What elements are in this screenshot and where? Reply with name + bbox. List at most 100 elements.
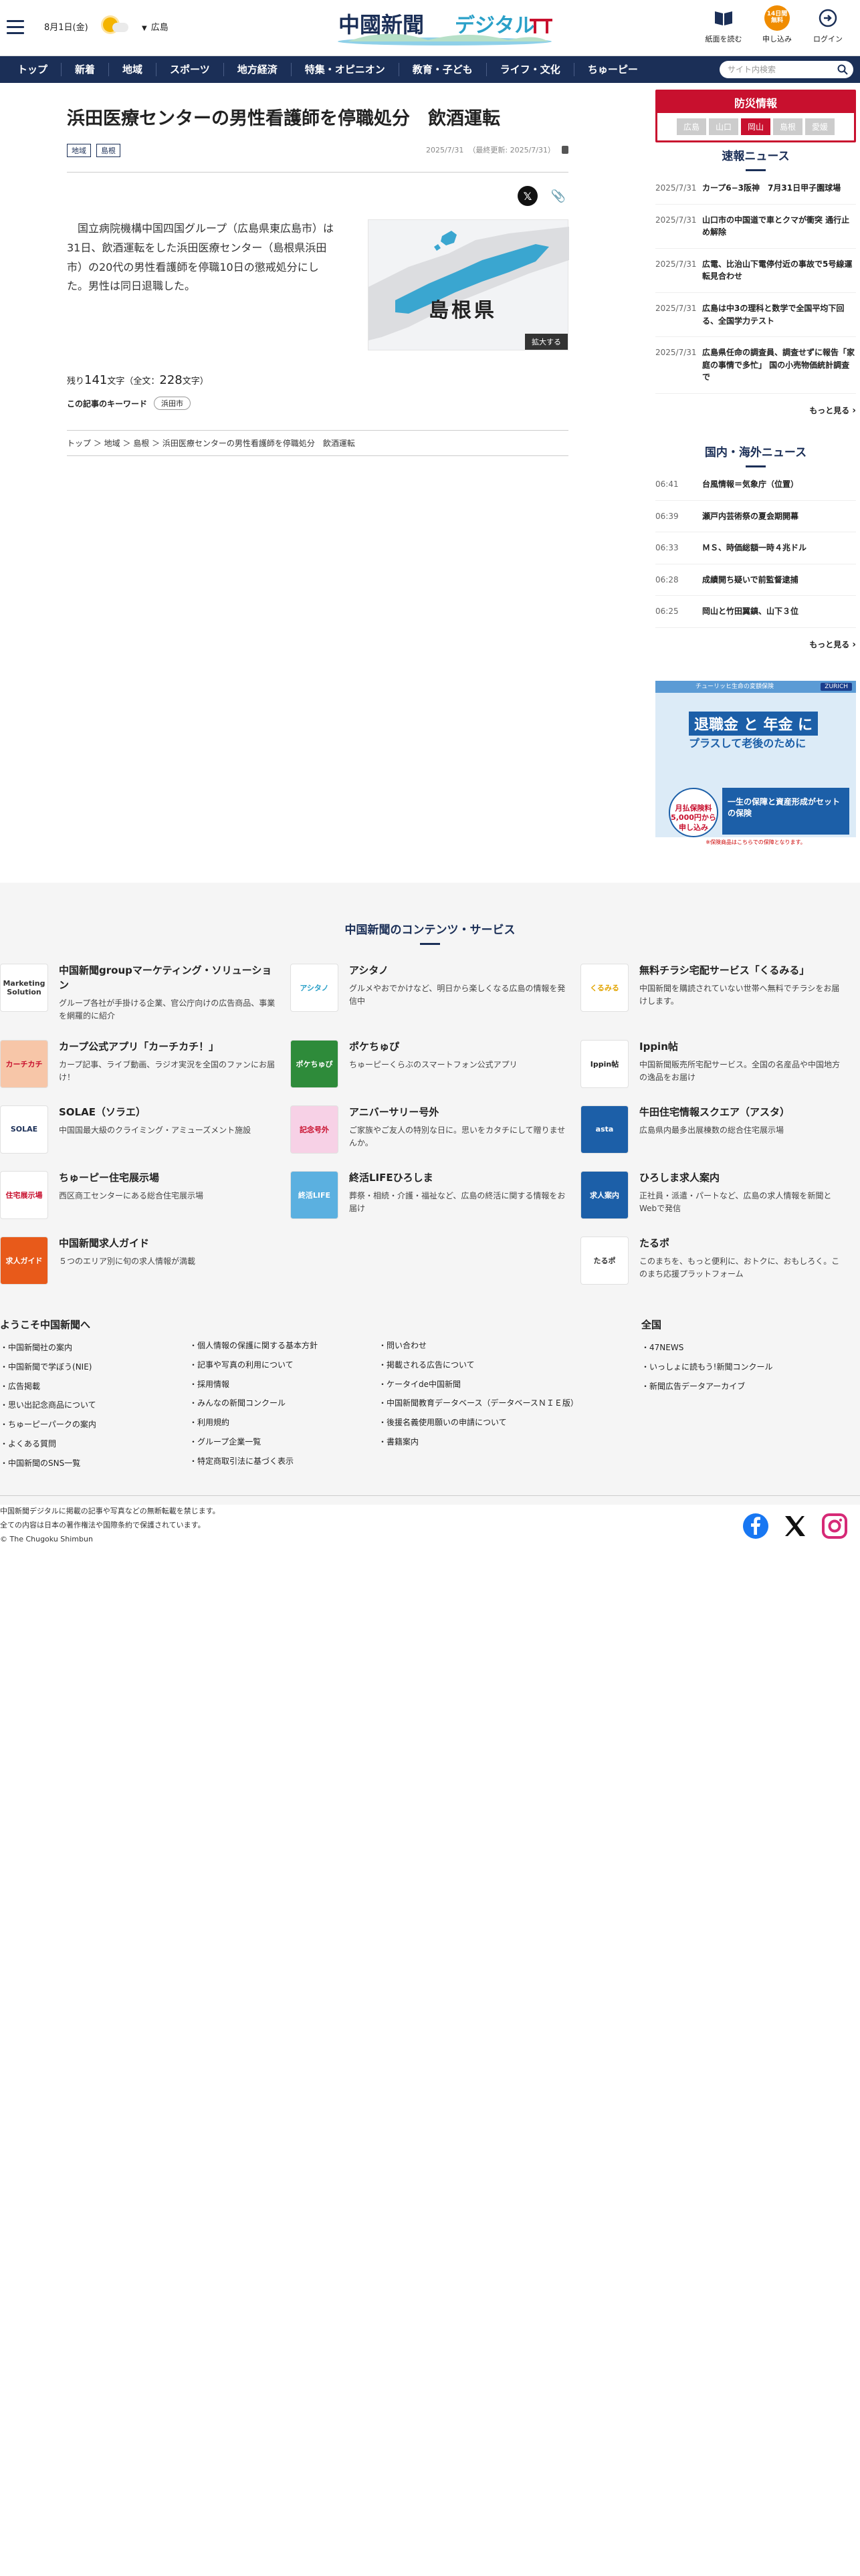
content-service-item[interactable]: asta 牛田住宅情報スクエア（アスタ） 広島県内最多出展棟数の総合住宅展示場: [580, 1105, 860, 1154]
breaking-news-title: 速報ニュース: [655, 146, 856, 173]
content-service-item[interactable]: 終活LIFE 終活LIFEひろしま 葬祭・相続・介護・福祉など、広島の終活に関する情…: [290, 1170, 580, 1219]
service-logo: 求人ガイド: [0, 1236, 48, 1285]
login-button[interactable]: ログイン: [804, 5, 852, 44]
content-service-item[interactable]: 住宅展示場 ちゅーピー住宅展示場 西区商工センターにある総合住宅展示場: [0, 1170, 290, 1219]
site-header: 8月1日(金) 広島 中國新聞 デジタル 紙面を読む 14日間無料 申し込み ロ…: [0, 0, 860, 56]
service-logo: asta: [580, 1105, 629, 1154]
tag-shimane[interactable]: 島根: [96, 144, 120, 158]
content-service-item[interactable]: 求人ガイド 中国新聞求人ガイド ５つのエリア別に旬の求人情報が満載: [0, 1236, 290, 1285]
footer-link[interactable]: 思い出記念商品について: [0, 1396, 189, 1415]
footer-link[interactable]: みんなの新聞コンクール: [189, 1394, 379, 1413]
contents-title: 中国新聞のコンテンツ・サービス: [0, 920, 860, 948]
list-item[interactable]: 06:41 台風情報＝気象庁（位置）: [655, 469, 856, 501]
footer-link[interactable]: 後援名義使用願いの申請について: [379, 1413, 641, 1432]
service-logo: Marketing Solution: [0, 964, 48, 1012]
read-paper-button[interactable]: 紙面を読む: [700, 5, 748, 44]
footer-link[interactable]: 新聞広告データアーカイブ: [641, 1377, 831, 1396]
footer-link[interactable]: 中国新聞で学ぼう(NIE): [0, 1358, 189, 1377]
footer-link[interactable]: ちゅーピーパークの案内: [0, 1415, 189, 1434]
list-item[interactable]: 06:33 ＭＳ、時価総額一時４兆ドル: [655, 532, 856, 564]
footer-link[interactable]: 採用情報: [189, 1375, 379, 1394]
content-service-item[interactable]: たるポ たるポ このまちを、もっと便利に、おトクに、おもしろく。このまち応援プラット…: [580, 1236, 860, 1285]
keyword-tag[interactable]: 浜田市: [154, 397, 191, 411]
nav-economy[interactable]: 地方経済: [224, 56, 291, 83]
footer-links: ようこそ中国新聞へ 中国新聞社の案内中国新聞で学ぼう(NIE)広告掲載思い出記念…: [0, 1317, 860, 1473]
zoom-button[interactable]: 拡大する: [525, 334, 568, 350]
footer-link[interactable]: 中国新聞社の案内: [0, 1338, 189, 1358]
list-item[interactable]: 2025/7/31 広島県任命の調査員、調査せずに報告「家庭の事情で多忙」 国の小…: [655, 337, 856, 394]
facebook-icon[interactable]: [742, 1513, 769, 1539]
footer-link[interactable]: よくある質問: [0, 1434, 189, 1454]
footer-link[interactable]: 問い合わせ: [379, 1336, 641, 1356]
nav-chupy[interactable]: ちゅーピー: [574, 56, 651, 83]
list-item[interactable]: 2025/7/31 広島は中3の理科と数学で全国平均下回る、全国学力テスト: [655, 293, 856, 338]
share-x-button[interactable]: 𝕏: [518, 186, 538, 207]
world-more-link[interactable]: もっと見る: [655, 639, 856, 650]
tag-region[interactable]: 地域: [67, 144, 91, 158]
service-logo: カーチカチ: [0, 1039, 48, 1088]
service-name: ちゅーピー住宅展示場: [59, 1171, 160, 1184]
ad-brand: ZURICH: [821, 682, 852, 691]
bosai-tab-ehime[interactable]: 愛媛: [805, 118, 835, 135]
footer-link[interactable]: ケータイde中国新聞: [379, 1375, 641, 1394]
service-logo: くるみる: [580, 964, 629, 1012]
nav-region[interactable]: 地域: [109, 56, 156, 83]
footer-link[interactable]: 47NEWS: [641, 1338, 831, 1358]
search-icon[interactable]: [837, 64, 848, 75]
advertisement[interactable]: チューリッヒ生命の変額保険 ZURICH 退職金 と 年金 に プラスして老後の…: [655, 680, 856, 848]
nav-education[interactable]: 教育・子ども: [399, 56, 486, 83]
footer-link[interactable]: 利用規約: [189, 1413, 379, 1432]
newspaper-icon: [711, 5, 736, 31]
list-item[interactable]: 06:25 岡山と竹田翼鎮、山下３位: [655, 596, 856, 628]
nav-life[interactable]: ライフ・文化: [487, 56, 574, 83]
area-selector[interactable]: 広島: [142, 20, 169, 33]
list-item[interactable]: 06:28 成績開ち疑いで前監督逮捕: [655, 564, 856, 597]
bosai-tab-okayama[interactable]: 岡山: [741, 118, 770, 135]
breaking-more-link[interactable]: もっと見る: [655, 405, 856, 416]
footer-link[interactable]: グループ企業一覧: [189, 1432, 379, 1452]
content-service-item[interactable]: アシタノ アシタノ グルメやおでかけなど、明日から楽しくなる広島の情報を発信中: [290, 964, 580, 1023]
footer-link[interactable]: 記事や写真の利用について: [189, 1356, 379, 1375]
footer-link[interactable]: いっしょに読もう!新聞コンクール: [641, 1358, 831, 1377]
content-service-item[interactable]: ポケちゅぴ ポケちゅぴ ちゅーピーくらぶのスマートフォン公式アプリ: [290, 1039, 580, 1088]
instagram-icon[interactable]: [821, 1513, 848, 1539]
content-service-item[interactable]: 求人案内 ひろしま求人案内 正社員・派遣・パートなど、広島の求人情報を新聞とWebで…: [580, 1170, 860, 1219]
search-input[interactable]: サイト内検索: [720, 61, 853, 78]
x-icon[interactable]: [781, 1513, 808, 1539]
list-item[interactable]: 2025/7/31 広電、比治山下電停付近の事故で5号線運転見合わせ: [655, 249, 856, 293]
footer-link[interactable]: 書籍案内: [379, 1432, 641, 1452]
svg-text:デジタル: デジタル: [455, 14, 534, 37]
list-item[interactable]: 2025/7/31 山口市の中国道で車とクマが衝突 通行止め解除: [655, 205, 856, 249]
footer-link[interactable]: 中国新聞のSNS一覧: [0, 1454, 189, 1473]
nav-sports[interactable]: スポーツ: [156, 56, 223, 83]
copy-link-icon[interactable]: 📎: [548, 186, 568, 206]
service-name: Ippin帖: [639, 1040, 678, 1053]
content-service-item[interactable]: くるみる 無料チラシ宅配サービス「くるみる」 中国新聞を購読されていない世帯へ無料で…: [580, 964, 860, 1023]
login-icon: [815, 5, 841, 31]
nav-top[interactable]: トップ: [4, 56, 61, 83]
footer-link[interactable]: 個人情報の保護に関する基本方針: [189, 1336, 379, 1356]
bosai-tab-hiroshima[interactable]: 広島: [677, 118, 706, 135]
subscribe-button[interactable]: 14日間無料 申し込み: [753, 5, 801, 44]
footer-link[interactable]: 中国新聞教育データベース（データベースＮＩＥ版）: [379, 1394, 641, 1413]
breadcrumb[interactable]: トップ ＞ 地域 ＞ 島根 ＞ 浜田医療センターの男性看護師を停職処分 飲酒運転: [67, 430, 568, 457]
footer-link[interactable]: 掲載される広告について: [379, 1356, 641, 1375]
nav-feature[interactable]: 特集・オピニオン: [292, 56, 399, 83]
footer-link[interactable]: 広告掲載: [0, 1377, 189, 1396]
content-service-item[interactable]: Marketing Solution 中国新聞groupマーケティング・ソリューシ…: [0, 964, 290, 1023]
content-service-item[interactable]: SOLAE SOLAE（ソラエ） 中国国最大級のクライミング・アミューズメント施設: [0, 1105, 290, 1154]
bosai-tab-yamaguchi[interactable]: 山口: [709, 118, 738, 135]
site-logo[interactable]: 中國新聞 デジタル: [334, 7, 555, 47]
service-desc: ちゅーピーくらぶのスマートフォン公式アプリ: [349, 1059, 518, 1069]
footer-link[interactable]: 特定商取引法に基づく表示: [189, 1452, 379, 1471]
content-service-item[interactable]: 記念号外 アニバーサリー号外 ご家族やご友人の特別な日に。思いをカタチにして贈りませ…: [290, 1105, 580, 1154]
content-service-item[interactable]: カーチカチ カープ公式アプリ「カーチカチ！」 カープ記事、ライブ動画、ラジオ実況を全…: [0, 1039, 290, 1088]
list-item[interactable]: 06:39 瀬戸内芸術祭の夏会期開幕: [655, 501, 856, 533]
article-map[interactable]: 島根県 拡大する: [368, 219, 569, 351]
service-desc: 広島県内最多出展棟数の総合住宅展示場: [639, 1125, 784, 1135]
content-service-item[interactable]: Ippin帖 Ippin帖 中国新聞販売所宅配サービス。全国の名産品や中国地方の逸品…: [580, 1039, 860, 1088]
bosai-tab-shimane[interactable]: 島根: [773, 118, 802, 135]
nav-latest[interactable]: 新着: [62, 56, 108, 83]
menu-icon[interactable]: [7, 20, 24, 38]
list-item[interactable]: 2025/7/31 カープ6−3阪神 7月31日甲子園球場: [655, 173, 856, 205]
